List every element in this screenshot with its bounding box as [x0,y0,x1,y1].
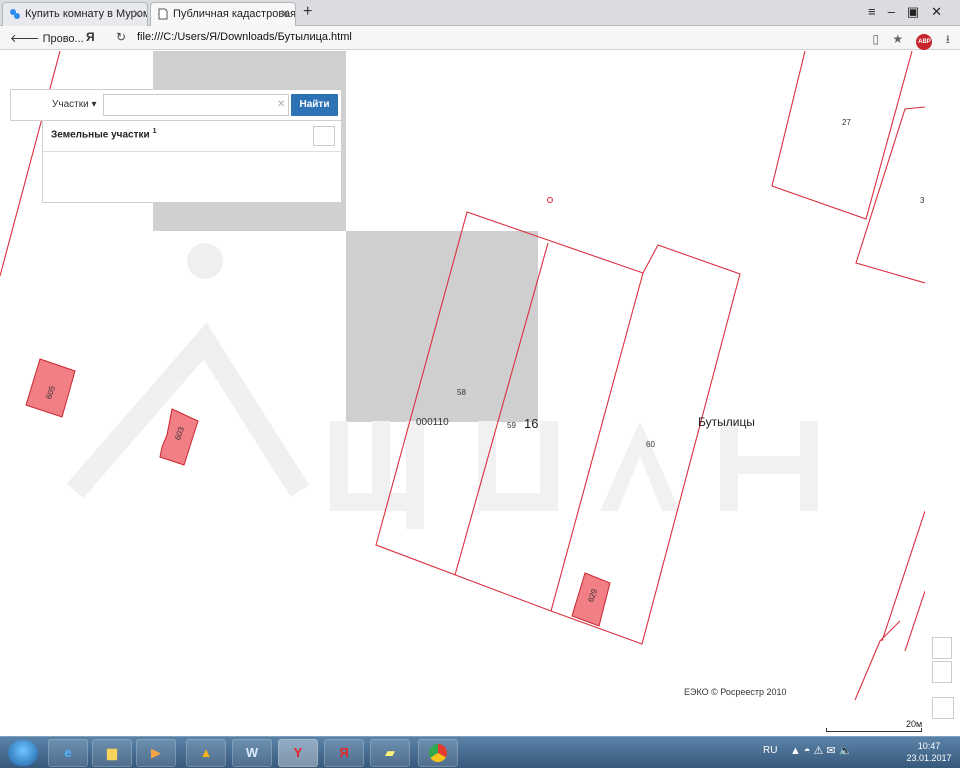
map-right-panel [925,51,960,732]
layers-button[interactable] [932,697,954,719]
scalebar-area: 20м [0,700,925,732]
quarter-number: 16 [524,416,539,431]
block-number: 000110 [416,417,449,428]
tray-icons[interactable]: ▲◓⚠✉🔈 [790,744,855,757]
filter-label: Участки [52,99,89,110]
bookmark-star-icon[interactable]: ★ [892,32,903,46]
search-button[interactable]: Найти [291,94,338,116]
yandex-logo[interactable]: Я [86,30,95,44]
reload-icon[interactable]: ↻ [116,30,126,44]
adblock-icon[interactable]: ABP [916,34,933,50]
explorer-icon[interactable]: ▆ [92,739,132,767]
ie-icon[interactable]: e [48,739,88,767]
back-button[interactable]: 🡐 Прово... [10,31,84,45]
language-indicator[interactable]: RU [763,745,777,756]
tab-title: Купить комнату в Муроме [25,8,148,20]
tab-bar: Купить комнату в Муроме ✕ Публичная када… [0,0,960,26]
new-tab-icon[interactable]: + [303,3,312,21]
cadastral-map[interactable]: 27 58 59 60 3 605 603 629 000110 16 Буты… [0,51,925,700]
village-name: Бутылицы [698,415,755,429]
download-icon[interactable]: ⭳ [946,32,950,46]
results-panel: Земельные участки 1 [42,121,343,203]
window-controls[interactable]: ≡–▣✕ [868,4,954,20]
tab-murom[interactable]: Купить комнату в Муроме ✕ [2,2,148,26]
results-toggle[interactable] [313,126,335,146]
taskbar: e ▆ ▶ ▲ W Y Я ▰ RU ▲◓⚠✉🔈 10:47 23.01.201… [0,736,960,768]
results-count: 1 [152,128,157,135]
zoom-out-button[interactable] [932,661,952,683]
zoom-in-button[interactable] [932,637,952,659]
cian-icon [10,9,20,19]
plot-label: 59 [507,421,516,430]
plot-label: 3 [920,196,925,205]
tab-title: Публичная кадастровая [173,8,296,20]
plot-label: 60 [646,440,655,449]
reader-icon[interactable]: ▯ [872,32,879,46]
yandex-icon[interactable]: Я [324,739,364,767]
search-input[interactable] [103,94,289,116]
plot-label: 58 [457,388,466,397]
chrome-icon[interactable] [418,739,458,767]
divider [43,151,343,152]
clock[interactable]: 10:47 23.01.2017 [905,740,953,764]
scale-bar [826,728,922,732]
tab-cadastral[interactable]: Публичная кадастровая ✕ [150,2,296,26]
results-title-text: Земельные участки [51,129,150,141]
start-button[interactable] [8,740,38,766]
toolbar-right: ▯ ★ ABP ⭳ [862,30,950,51]
media-icon[interactable]: ▶ [136,739,176,767]
plot-label: 27 [842,118,851,127]
notes-icon[interactable]: ▰ [370,739,410,767]
clock-date: 23.01.2017 [906,753,952,763]
page-icon [158,8,168,20]
filter-dropdown[interactable]: Участки ▾ [46,95,104,115]
map-attribution: ЕЭКО © Росреестр 2010 [684,687,787,697]
clock-time: 10:47 [917,741,941,751]
aimp-icon[interactable]: ▲ [186,739,226,767]
watermark-text [330,421,818,529]
close-icon[interactable]: ✕ [132,7,142,21]
raster-tile [346,231,538,422]
results-title[interactable]: Земельные участки 1 [51,128,157,140]
close-icon[interactable]: ✕ [280,7,290,21]
address-bar: 🡐 Прово... Я ↻ file:///C:/Users/Я/Downlo… [0,26,960,50]
search-panel: Участки ▾ ✕ Найти [10,89,342,121]
clear-icon[interactable]: ✕ [277,99,285,110]
chevron-down-icon: ▾ [91,99,97,110]
yandex-browser-icon[interactable]: Y [278,739,318,767]
back-label: Прово... [42,33,84,45]
word-icon[interactable]: W [232,739,272,767]
url-field[interactable]: file:///C:/Users/Я/Downloads/Бутылица.ht… [137,31,352,43]
